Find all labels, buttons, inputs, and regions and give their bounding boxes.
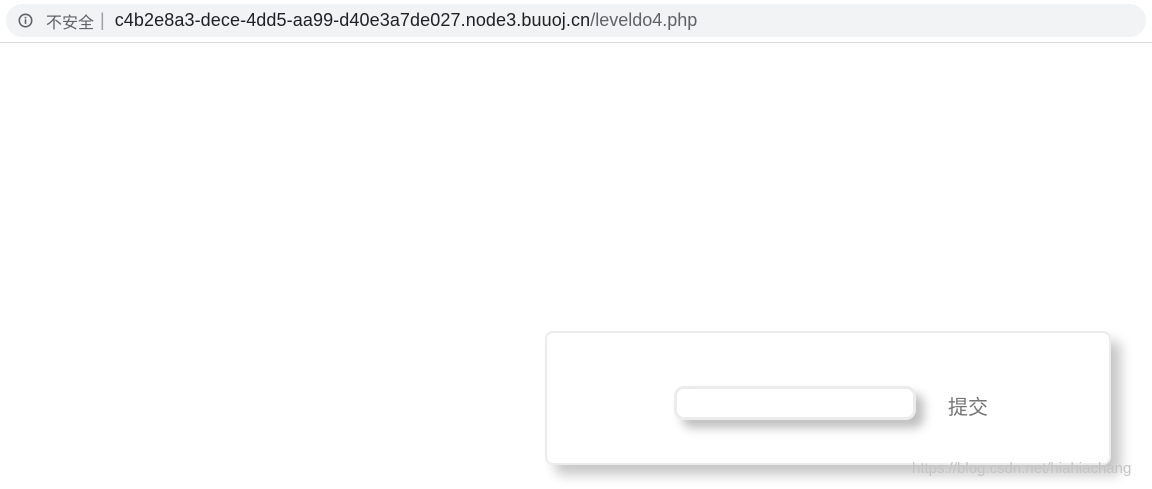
info-circle-icon[interactable] [18, 13, 33, 28]
watermark: https://blog.csdn.net/hiahiachang [912, 460, 1132, 477]
submit-button[interactable]: 提交 [948, 391, 988, 420]
url-host[interactable]: c4b2e8a3-dece-4dd5-aa99-d40e3a7de027.nod… [115, 10, 591, 31]
url-path[interactable]: /leveldo4.php [590, 10, 697, 31]
omnibox[interactable]: 不安全 | c4b2e8a3-dece-4dd5-aa99-d40e3a7de0… [6, 4, 1146, 37]
omnibox-divider: | [100, 10, 105, 30]
browser-address-bar: 不安全 | c4b2e8a3-dece-4dd5-aa99-d40e3a7de0… [0, 0, 1152, 43]
text-input[interactable] [674, 386, 916, 420]
security-status-label[interactable]: 不安全 [46, 9, 94, 33]
form-card: 提交 [545, 331, 1111, 465]
